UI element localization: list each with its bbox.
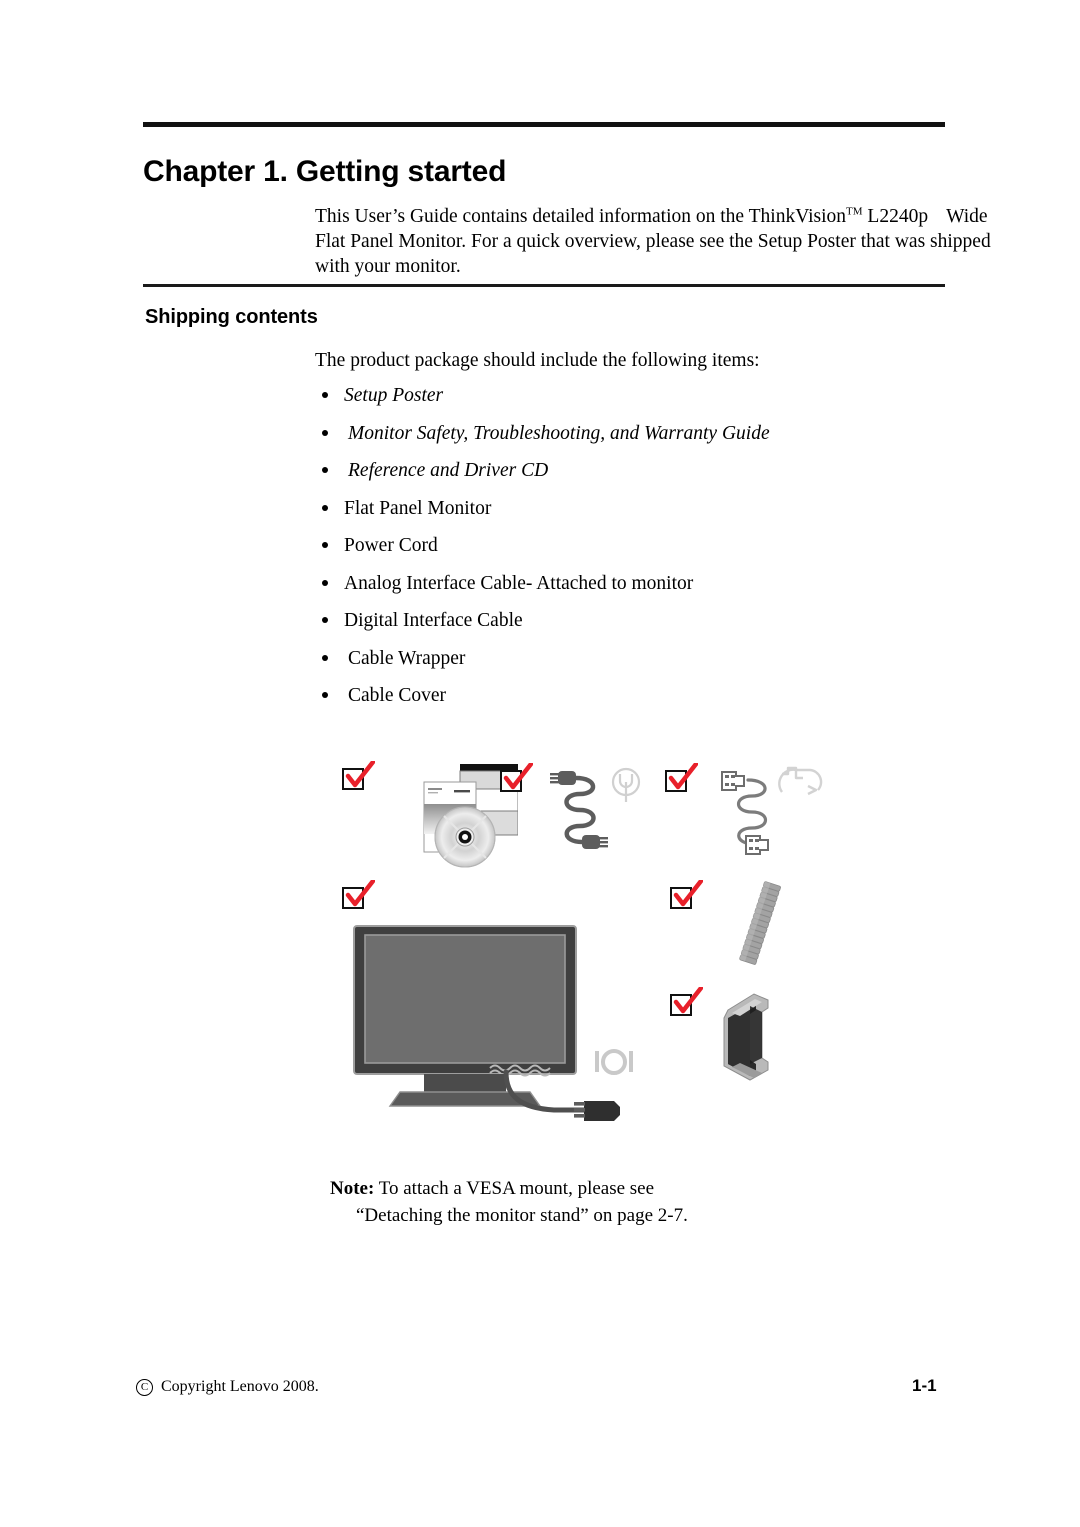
list-item: Cable Cover — [316, 683, 936, 721]
shipping-contents-illustration — [320, 750, 840, 1140]
bullet-dot-icon — [322, 579, 328, 586]
list-item-label: Cable Wrapper — [348, 647, 466, 669]
red-checkmark-icon — [345, 761, 375, 788]
list-item-label: Setup Poster — [344, 385, 444, 406]
cable-wrapper-icon — [725, 878, 795, 973]
checkbox-flat-panel-monitor — [342, 880, 375, 909]
red-checkmark-icon — [503, 763, 533, 790]
red-checkmark-icon — [345, 880, 375, 907]
list-item-label: Power Cord — [344, 535, 438, 556]
copyright-icon: C — [136, 1379, 153, 1396]
intro-text-part1: This User’s Guide contains detailed info… — [315, 206, 847, 227]
footer-copyright-text: Copyright Lenovo 2008. — [161, 1378, 319, 1395]
page-title: Chapter 1. Getting started — [143, 155, 507, 188]
red-checkmark-icon — [668, 763, 698, 790]
note-label: Note: — [330, 1178, 375, 1199]
bullet-dot-icon — [322, 504, 328, 511]
section-heading: Shipping contents — [145, 306, 318, 328]
note-line-2: “Detaching the monitor stand” on page 2-… — [356, 1205, 688, 1226]
bullet-dot-icon — [322, 429, 328, 436]
list-item: Analog Interface Cable- Attached to moni… — [316, 571, 936, 609]
bullet-dot-icon — [322, 617, 328, 623]
note-line-1: To attach a VESA mount, please see — [374, 1178, 655, 1199]
digital-interface-cable-icon — [710, 762, 825, 872]
intro-paragraph: This User’s Guide contains detailed info… — [315, 204, 995, 279]
checkbox-digital-interface-cable — [665, 763, 698, 792]
footer-copyright: C Copyright Lenovo 2008. — [136, 1378, 319, 1396]
checkbox-documents-cd — [342, 761, 375, 790]
red-checkmark-icon — [673, 880, 703, 907]
bullet-dot-icon — [322, 692, 328, 698]
header-rule — [143, 122, 945, 127]
checkbox-cable-wrapper — [670, 880, 703, 909]
checkbox-cable-cover — [670, 987, 703, 1016]
section-rule — [143, 284, 945, 287]
list-item: Flat Panel Monitor — [316, 496, 936, 534]
trademark-symbol: TM — [846, 205, 863, 218]
list-item: Monitor Safety, Troubleshooting, and War… — [316, 421, 936, 459]
power-cord-icon — [542, 764, 647, 869]
page-number: 1-1 — [912, 1376, 937, 1395]
bullet-dot-icon — [322, 542, 328, 548]
shipping-contents-list: Setup Poster Monitor Safety, Troubleshoo… — [316, 383, 936, 721]
red-checkmark-icon — [673, 987, 703, 1014]
list-item-label: Reference and Driver CD — [348, 460, 549, 481]
model-name: L2240p — [867, 206, 929, 227]
list-item-label: Cable Cover — [348, 685, 447, 706]
bullet-dot-icon — [322, 392, 328, 398]
vesa-note: Note: To attach a VESA mount, please see… — [330, 1175, 688, 1229]
flat-panel-monitor-icon — [338, 920, 658, 1140]
cable-cover-icon — [710, 988, 796, 1084]
list-item-label: Analog Interface Cable- Attached to moni… — [344, 572, 694, 594]
list-item: Power Cord — [316, 533, 936, 571]
document-page: Chapter 1. Getting started This User’s G… — [0, 0, 1080, 1527]
list-item: Setup Poster — [316, 383, 936, 421]
list-item: Reference and Driver CD — [316, 458, 936, 496]
lead-text: The product package should include the f… — [315, 350, 760, 371]
bullet-dot-icon — [322, 654, 328, 661]
list-item: Cable Wrapper — [316, 646, 936, 684]
list-item-label: Digital Interface Cable — [344, 610, 523, 631]
checkbox-power-cord — [500, 763, 533, 792]
list-item-label: Monitor Safety, Troubleshooting, and War… — [348, 422, 770, 444]
list-item: Digital Interface Cable — [316, 608, 936, 646]
list-item-label: Flat Panel Monitor — [344, 497, 492, 519]
bullet-dot-icon — [322, 467, 328, 473]
